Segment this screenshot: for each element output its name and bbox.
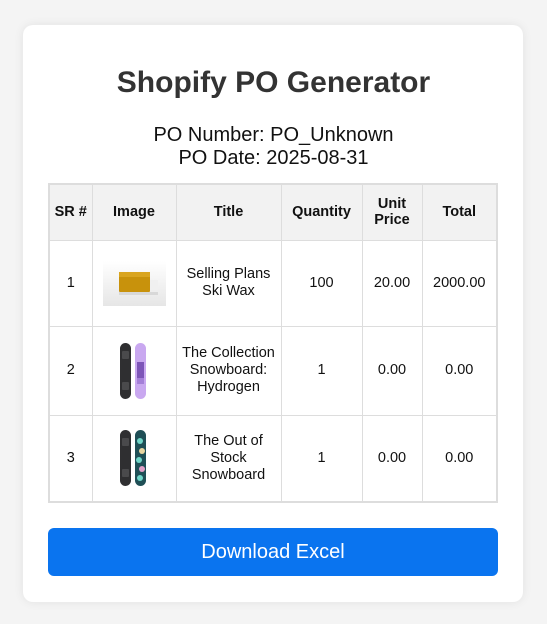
cell-unit-price: 0.00	[361, 414, 423, 503]
cell-quantity: 1	[280, 414, 363, 503]
column-header-total: Total	[421, 183, 498, 241]
cell-sr: 1	[48, 239, 93, 327]
cell-quantity: 1	[280, 325, 363, 416]
po-items-table: SR # Image Title Quantity Unit Price Tot…	[48, 183, 498, 503]
ski-wax-product-image	[102, 260, 166, 306]
page-title: Shopify PO Generator	[116, 66, 431, 99]
cell-unit-price: 0.00	[361, 325, 423, 416]
cell-title: The Out of Stock Snowboard	[175, 414, 282, 503]
cell-image	[91, 239, 177, 327]
cell-image	[91, 325, 177, 416]
cell-sr: 2	[48, 325, 93, 416]
cell-total: 2000.00	[421, 239, 498, 327]
cell-sr: 3	[48, 414, 93, 503]
cell-image	[91, 414, 177, 503]
download-excel-button[interactable]: Download Excel	[48, 528, 498, 576]
cell-total: 0.00	[421, 414, 498, 503]
po-number: PO Number: PO_Unknown	[153, 124, 394, 146]
cell-total: 0.00	[421, 325, 498, 416]
cell-title: The Collection Snowboard: Hydrogen	[175, 325, 282, 416]
snowboard-hydrogen-product-image	[120, 342, 146, 399]
table-row: 1 Selling Plans Ski Wax 100 20.00 2000.0…	[48, 239, 498, 327]
cell-quantity: 100	[280, 239, 363, 327]
column-header-image: Image	[91, 183, 177, 241]
cell-unit-price: 20.00	[361, 239, 423, 327]
column-header-unit-price: Unit Price	[361, 183, 423, 241]
column-header-title: Title	[175, 183, 282, 241]
po-date: PO Date: 2025-08-31	[178, 147, 369, 169]
table-row: 2 The Collection Snowboard: Hydrogen 1 0…	[48, 325, 498, 416]
column-header-quantity: Quantity	[280, 183, 363, 241]
cell-title: Selling Plans Ski Wax	[175, 239, 282, 327]
column-header-sr: SR #	[48, 183, 93, 241]
table-row: 3 The Out of Stock Snowboard 1 0.00 0.00	[48, 414, 498, 503]
table-header-row: SR # Image Title Quantity Unit Price Tot…	[48, 183, 498, 241]
snowboard-out-of-stock-product-image	[120, 430, 146, 487]
